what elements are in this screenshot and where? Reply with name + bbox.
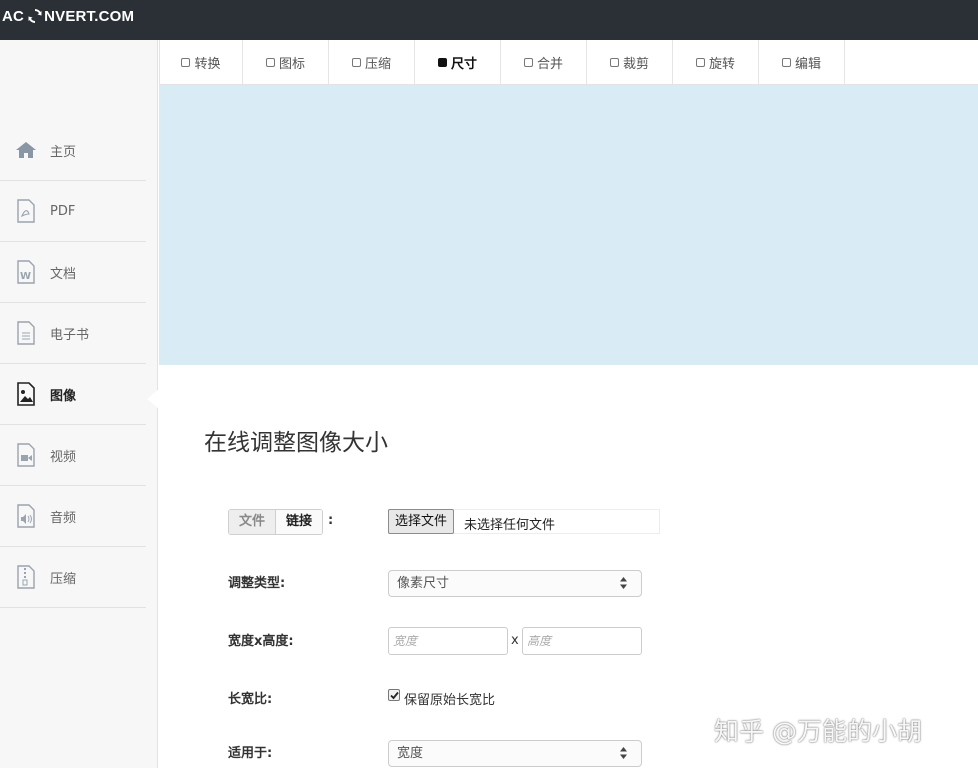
sidebar-item-document[interactable]: W 文档	[0, 242, 146, 303]
tool-tabs: 转换 图标 压缩 尺寸 合并 裁剪 旋转 编辑	[159, 40, 978, 85]
width-input[interactable]: 宽度	[388, 627, 508, 655]
checkbox-square-icon	[781, 57, 791, 67]
source-link-tab[interactable]: 链接	[275, 510, 323, 534]
refresh-circle-icon	[27, 8, 43, 24]
checkbox-square-icon	[609, 57, 619, 67]
tab-resize[interactable]: 尺寸	[415, 40, 501, 84]
checkbox-square-filled-icon	[437, 57, 447, 67]
logo-text-left: AC	[2, 7, 25, 25]
tab-compress[interactable]: 压缩	[329, 40, 415, 84]
page-title: 在线调整图像大小	[204, 430, 388, 456]
tab-merge[interactable]: 合并	[501, 40, 587, 84]
tab-edit[interactable]: 编辑	[759, 40, 845, 84]
dimension-separator: x	[511, 633, 519, 648]
source-colon: :	[328, 513, 334, 528]
logo-text-right: NVERT.COM	[44, 7, 135, 25]
ebook-file-icon	[14, 321, 38, 345]
video-file-icon	[14, 443, 38, 467]
sidebar-item-home[interactable]: 主页	[0, 120, 146, 181]
file-status-text: 未选择任何文件	[464, 518, 556, 533]
sidebar-item-image[interactable]: 图像	[0, 364, 146, 425]
tab-crop[interactable]: 裁剪	[587, 40, 673, 84]
archive-file-icon	[14, 565, 38, 589]
sidebar-item-audio[interactable]: 音频	[0, 486, 146, 547]
pdf-file-icon	[14, 199, 38, 223]
tab-icon[interactable]: 图标	[243, 40, 329, 84]
file-input: 选择文件 未选择任何文件	[388, 509, 660, 534]
tab-rotate[interactable]: 旋转	[673, 40, 759, 84]
watermark: 知乎 @万能的小胡	[714, 717, 922, 746]
source-file-tab[interactable]: 文件	[229, 510, 276, 534]
active-item-pointer	[147, 389, 159, 409]
apply-to-value: 宽度	[397, 746, 424, 761]
resize-type-label: 调整类型:	[228, 576, 286, 591]
checkbox-square-icon	[695, 57, 705, 67]
sidebar-item-pdf[interactable]: PDF	[0, 181, 146, 242]
image-file-icon	[14, 382, 38, 406]
banner-area	[159, 85, 978, 365]
keep-aspect-label: 保留原始长宽比	[404, 693, 496, 708]
site-logo[interactable]: AC NVERT.COM	[2, 6, 134, 26]
sidebar-item-video[interactable]: 视频	[0, 425, 146, 486]
tab-convert[interactable]: 转换	[159, 40, 243, 84]
sidebar: 主页 PDF W 文档 电子书 图像 视频 音频 压缩	[0, 40, 158, 768]
apply-to-label: 适用于:	[228, 746, 273, 761]
height-placeholder: 高度	[527, 634, 552, 648]
keep-aspect-checkbox[interactable]	[388, 689, 400, 701]
home-icon	[14, 138, 38, 162]
width-placeholder: 宽度	[393, 634, 418, 648]
sidebar-item-archive[interactable]: 压缩	[0, 547, 146, 608]
select-arrows-icon	[620, 747, 627, 759]
select-arrows-icon	[620, 577, 627, 589]
checkbox-square-icon	[181, 57, 191, 67]
checkbox-square-icon	[351, 57, 361, 67]
checkbox-square-icon	[265, 57, 275, 67]
aspect-ratio-label: 长宽比:	[228, 692, 273, 707]
checkmark-icon	[390, 691, 399, 700]
resize-type-value: 像素尺寸	[397, 576, 450, 591]
svg-text:W: W	[20, 271, 31, 282]
resize-type-select[interactable]: 像素尺寸	[388, 570, 642, 597]
choose-file-button[interactable]: 选择文件	[388, 509, 455, 534]
sidebar-item-ebook[interactable]: 电子书	[0, 303, 146, 364]
word-document-icon: W	[14, 260, 38, 284]
audio-file-icon	[14, 504, 38, 528]
top-navbar: AC NVERT.COM	[0, 0, 978, 40]
checkbox-square-icon	[523, 57, 533, 67]
height-input[interactable]: 高度	[522, 627, 642, 655]
source-toggle: 文件 链接	[228, 509, 324, 535]
apply-to-select[interactable]: 宽度	[388, 740, 642, 767]
dimensions-label: 宽度x高度:	[228, 634, 294, 649]
